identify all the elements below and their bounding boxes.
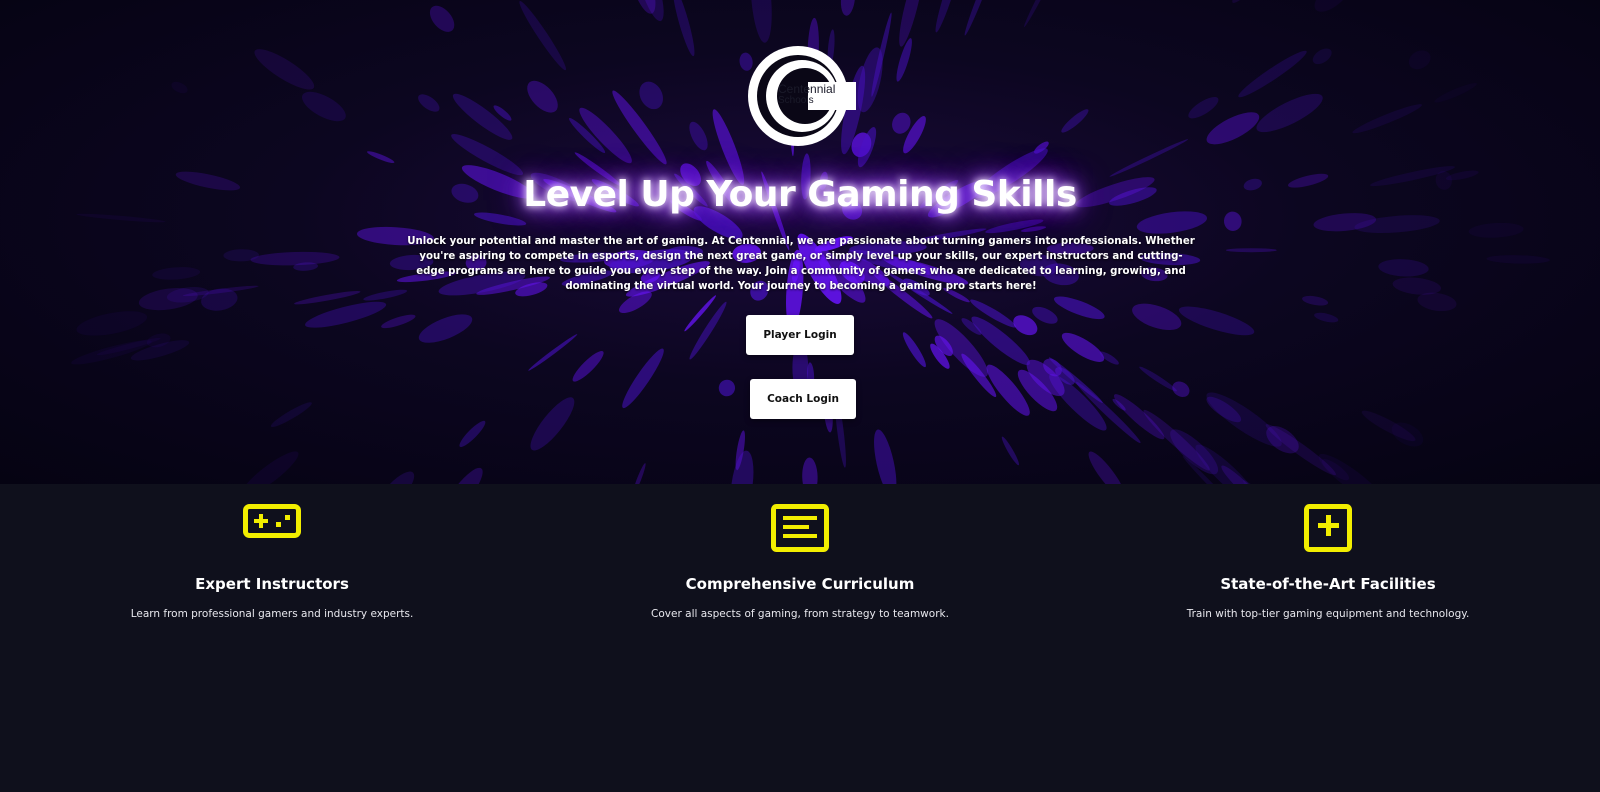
splash-streak [632, 463, 646, 484]
splash-streak [1318, 453, 1386, 484]
splash-streak [530, 397, 575, 451]
splash-streak [1024, 0, 1064, 28]
splash-streak [1238, 50, 1307, 98]
splash-streak [519, 1, 567, 71]
coach-login-button[interactable]: Coach Login [750, 379, 856, 419]
splash-streak [1242, 480, 1302, 484]
splash-streak [1088, 451, 1125, 484]
splash-streak [1132, 303, 1182, 330]
feature-text: Cover all aspects of gaming, from strate… [651, 608, 949, 620]
logo-line-1: Centennial [778, 82, 836, 96]
splash-streak [1312, 48, 1332, 65]
hero-description: Unlock your potential and master the art… [407, 236, 1195, 292]
splash-streak [718, 379, 736, 397]
splash-streak [935, 0, 963, 33]
logo-text: Centennial Schools [778, 82, 836, 106]
splash-streak [459, 420, 486, 447]
splash-streak [1314, 312, 1339, 323]
splash-streak [152, 267, 201, 280]
feature-title: Expert Instructors [195, 575, 349, 593]
splash-streak [1302, 295, 1329, 306]
features-section: Expert Instructors Learn from profession… [0, 484, 1600, 792]
plus-box-icon [1304, 504, 1352, 552]
splash-streak [572, 350, 604, 382]
splash-streak [874, 429, 897, 484]
splash-streak [76, 311, 148, 336]
splash-streak [270, 402, 312, 427]
splash-streak [1434, 82, 1477, 103]
splash-streak [443, 467, 483, 484]
splash-streak [840, 0, 856, 16]
splash-streak [1001, 436, 1019, 466]
logo-line-2: Schools [778, 95, 814, 106]
splash-streak [622, 348, 664, 409]
splash-streak [1468, 222, 1524, 238]
splash-streak [1109, 139, 1189, 177]
splash-streak [1352, 104, 1423, 134]
splash-streak [301, 91, 346, 122]
splash-streak [527, 80, 558, 113]
splash-streak [985, 219, 1044, 234]
splash-streak [250, 251, 340, 266]
splash-streak [528, 334, 578, 371]
splash-streak [1256, 93, 1323, 133]
splash-streak [1053, 296, 1105, 320]
splash-streak [363, 289, 408, 301]
splash-streak [429, 5, 455, 32]
splash-streak [1139, 366, 1177, 392]
splash-streak [1314, 0, 1352, 12]
splash-streak [964, 0, 998, 36]
splash-streak [1113, 394, 1165, 440]
feature-text: Train with top-tier gaming equipment and… [1186, 608, 1470, 620]
splash-streak [730, 450, 754, 484]
splash-streak [689, 301, 727, 360]
splash-streak [418, 94, 440, 112]
hero-title: Level Up Your Gaming Skills [523, 174, 1077, 215]
splash-streak [1232, 0, 1281, 4]
splash-streak [672, 0, 695, 57]
hero-section: Centennial Schools Level Up Your Gaming … [0, 0, 1600, 484]
splash-streak [367, 151, 395, 164]
splash-streak [802, 457, 818, 484]
curriculum-icon [771, 504, 829, 552]
splash-streak [294, 291, 361, 305]
feature-text: Learn from professional gamers and indus… [130, 608, 414, 620]
feature-title: Comprehensive Curriculum [685, 575, 915, 593]
splash-streak [902, 332, 926, 368]
splash-streak [1172, 381, 1190, 397]
splash-streak [1061, 109, 1089, 133]
splash-streak [1206, 112, 1260, 145]
splash-streak [240, 451, 299, 484]
splash-streak [1486, 255, 1550, 264]
feature-title: State-of-the-Art Facilities [1220, 575, 1436, 593]
splash-streak [1061, 332, 1105, 362]
splash-streak [254, 49, 315, 90]
splash-streak [381, 314, 416, 329]
splash-streak [1378, 259, 1429, 277]
splash-streak [1225, 248, 1277, 253]
splash-streak [750, 0, 772, 43]
splash-streak [418, 314, 473, 343]
splash-streak [639, 81, 663, 110]
splash-streak [689, 121, 708, 151]
splash-streak [378, 471, 415, 484]
player-login-button[interactable]: Player Login [746, 315, 854, 355]
splash-streak [1408, 50, 1431, 70]
splash-streak [1178, 306, 1255, 336]
gamepad-icon [243, 504, 301, 538]
splash-streak [171, 81, 188, 94]
splash-streak [1188, 96, 1219, 119]
